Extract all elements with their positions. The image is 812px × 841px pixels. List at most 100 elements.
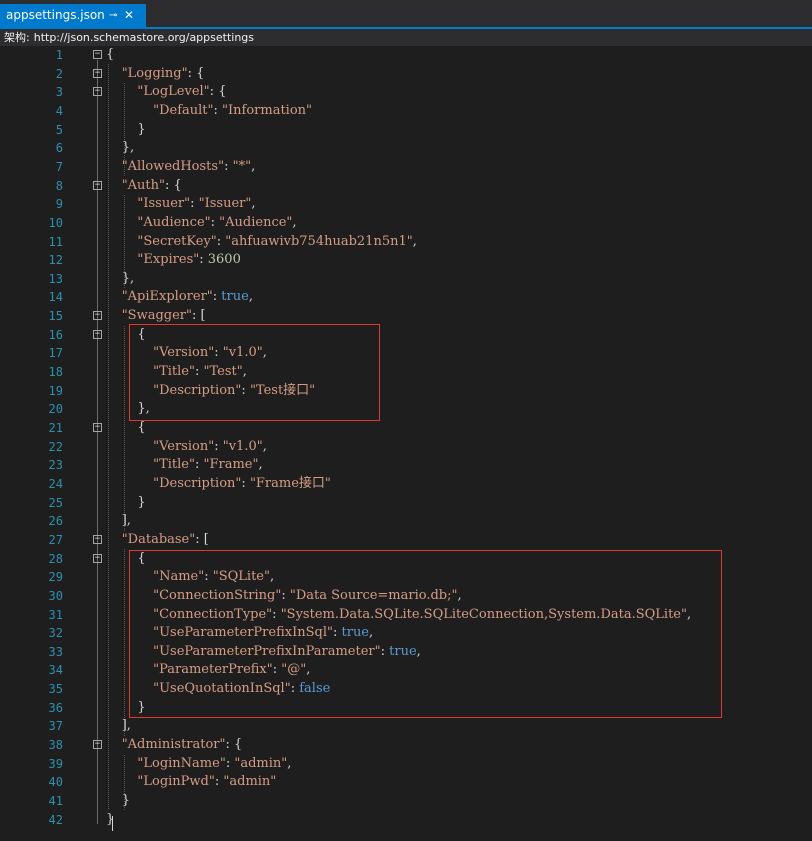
line-number: 15 (48, 309, 63, 324)
line-number: 17 (48, 346, 63, 361)
code-text: "Administrator": { (121, 737, 243, 753)
collapse-toggle-icon[interactable]: − (93, 534, 102, 544)
line-number: 7 (55, 159, 63, 174)
code-line[interactable]: 18 "Title": "Test", (0, 363, 812, 382)
line-number: 18 (48, 365, 63, 380)
line-number: 9 (55, 197, 63, 212)
code-text: "LogLevel": { (137, 84, 227, 100)
code-line[interactable]: 19 "Description": "Test接口" (0, 382, 812, 401)
close-icon[interactable]: ✕ (124, 4, 134, 27)
code-line[interactable]: 13}, (0, 270, 812, 289)
code-text: "Audience": "Audience", (137, 214, 297, 230)
line-number: 31 (48, 607, 63, 622)
code-line[interactable]: 24 "Description": "Frame接口" (0, 475, 812, 494)
code-line[interactable]: 6}, (0, 139, 812, 158)
line-number: 39 (48, 756, 63, 771)
code-line[interactable]: 26], (0, 512, 812, 531)
code-line[interactable]: 37], (0, 717, 812, 736)
collapse-toggle-icon[interactable]: − (93, 740, 102, 750)
code-line[interactable]: 23 "Title": "Frame", (0, 456, 812, 475)
line-number: 41 (48, 794, 63, 808)
code-text: "Issuer": "Issuer", (137, 196, 256, 212)
line-number: 10 (48, 215, 63, 230)
schema-bar: 架构: http://json.schemastore.org/appsettin… (0, 29, 812, 46)
code-line[interactable]: 38 − "Administrator": { (0, 736, 812, 755)
code-editor[interactable]: 1−{2 − "Logging": { 3 − "LogLevel": { 4 "Defaul… (0, 46, 812, 841)
code-text: "Version": "v1.0", (153, 438, 267, 454)
code-text: "SecretKey": "ahfuawivb754huab21n5n1", (137, 233, 417, 249)
code-line[interactable]: 8 − "Auth": { (0, 177, 812, 196)
collapse-toggle-icon[interactable]: − (93, 50, 102, 59)
collapse-toggle-icon[interactable]: − (93, 87, 102, 97)
code-line[interactable]: 39 "LoginName": "admin", (0, 755, 812, 774)
code-line[interactable]: 21 − { (0, 419, 812, 438)
code-text: "Title": "Frame", (153, 457, 263, 473)
code-text: "AllowedHosts": "*", (121, 158, 256, 174)
code-text: } (121, 793, 130, 808)
line-number: 34 (48, 663, 63, 678)
code-line[interactable]: 15 − "Swagger": [ (0, 307, 812, 326)
code-line[interactable]: 7 "AllowedHosts": "*", (0, 158, 812, 177)
tab-bar: appsettings.json ⊸ ✕ (0, 0, 812, 29)
line-number: 32 (48, 626, 63, 641)
pin-icon[interactable]: ⊸ (109, 4, 117, 27)
text-cursor (112, 816, 113, 831)
line-number: 24 (48, 476, 63, 491)
code-line[interactable]: 3 − "LogLevel": { (0, 83, 812, 102)
collapse-toggle-icon[interactable]: − (93, 553, 102, 563)
line-number: 29 (48, 570, 63, 585)
line-number: 3 (55, 85, 63, 100)
code-line[interactable]: 40 "LoginPwd": "admin" (0, 773, 812, 792)
code-line[interactable]: 14 "ApiExplorer": true, (0, 288, 812, 307)
code-line[interactable]: 42} (0, 811, 812, 830)
line-number: 2 (55, 66, 63, 81)
code-line[interactable]: 41} (0, 792, 812, 811)
code-text: } (106, 811, 115, 827)
code-line[interactable]: 16−{ (0, 326, 812, 345)
line-number: 37 (48, 719, 63, 734)
tab-title: appsettings.json (6, 8, 105, 22)
code-text: "Auth": { (121, 177, 182, 193)
line-number: 19 (48, 383, 63, 398)
line-number: 13 (48, 271, 63, 286)
code-text: "Logging": { (121, 65, 205, 81)
collapse-toggle-icon[interactable]: − (93, 423, 102, 432)
code-text: { (106, 47, 115, 62)
line-number: 12 (48, 253, 63, 268)
line-number: 14 (48, 290, 63, 305)
code-line[interactable]: 20}, (0, 400, 812, 419)
line-number: 23 (48, 458, 63, 473)
highlight-box-database-sqlite (129, 550, 722, 718)
code-text: } (137, 121, 146, 137)
code-line[interactable]: 11 "SecretKey": "ahfuawivb754huab21n5n1", (0, 233, 812, 252)
line-number: 20 (48, 402, 63, 417)
code-line[interactable]: 5} (0, 121, 812, 140)
code-line[interactable]: 9 "Issuer": "Issuer", (0, 195, 812, 214)
code-line[interactable]: 22 "Version": "v1.0", (0, 438, 812, 457)
line-number: 8 (55, 178, 63, 193)
code-text: "ApiExplorer": true, (121, 289, 253, 305)
tab-appsettings-json[interactable]: appsettings.json ⊸ ✕ (0, 4, 146, 27)
line-number: 35 (48, 682, 63, 697)
code-text: ], (121, 513, 131, 529)
code-line[interactable]: 27 − "Database": [ (0, 531, 812, 550)
collapse-toggle-icon[interactable]: − (93, 180, 102, 190)
code-line[interactable]: 2 − "Logging": { (0, 65, 812, 84)
code-line[interactable]: 12 "Expires": 3600 (0, 251, 812, 270)
line-number: 16 (48, 327, 63, 342)
code-text: "LoginPwd": "admin" (137, 774, 277, 790)
code-text: "Swagger": [ (121, 308, 206, 324)
collapse-toggle-icon[interactable]: − (93, 329, 102, 339)
code-line[interactable]: 1 −{ (0, 46, 812, 65)
code-text: "Default": "Information" (153, 102, 313, 118)
code-line[interactable]: 25} (0, 494, 812, 513)
schema-url[interactable]: http://json.schemastore.org/appsettings (34, 31, 254, 44)
code-line[interactable]: 10 "Audience": "Audience", (0, 214, 812, 233)
code-line[interactable]: 4 "Default": "Information" (0, 102, 812, 121)
line-number: 21 (48, 421, 63, 435)
collapse-toggle-icon[interactable]: − (93, 311, 102, 321)
line-number: 36 (48, 700, 63, 715)
code-text: }, (121, 270, 135, 286)
code-line[interactable]: 17 "Version": "v1.0", (0, 344, 812, 363)
collapse-toggle-icon[interactable]: − (93, 68, 102, 78)
